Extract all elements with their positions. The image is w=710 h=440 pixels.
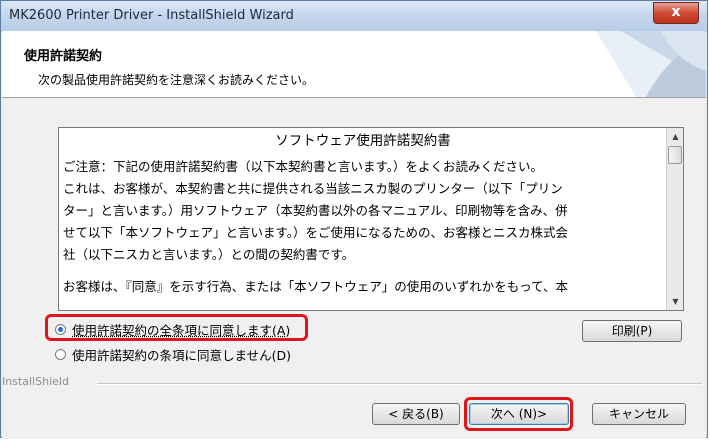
installshield-wizard-window: MK2600 Printer Driver - InstallShield Wi… (0, 0, 708, 439)
print-button[interactable]: 印刷(P) (582, 320, 682, 342)
wizard-body: ソフトウェア使用許諾契約書 ご注意：下記の使用許諾契約書（以下本契約書と言います… (2, 98, 706, 439)
wizard-header: 使用許諾契約 次の製品使用許諾契約を注意深くお読みください。 (2, 31, 706, 98)
decline-label[interactable]: 使用許諾契約の条項に同意しません(D) (72, 345, 291, 364)
decline-radio[interactable] (55, 349, 66, 360)
license-paragraph: ご注意：下記の使用許諾契約書（以下本契約書と言います。）をよくお読みください。 (63, 159, 544, 174)
window-title: MK2600 Printer Driver - InstallShield Wi… (9, 8, 294, 23)
accept-option[interactable]: 使用許諾契約の全条項に同意します(A) (55, 320, 290, 339)
scroll-thumb[interactable] (668, 146, 682, 164)
license-paragraph: お客様は、『同意』を示す行為、または「本ソフトウェア」の使用のいずれかをもって、… (63, 279, 569, 294)
license-line: ター」と言います。）用ソフトウェア（本契約書以外の各マニュアル、印刷物等を含み、… (63, 203, 568, 218)
license-line: これは、お客様が、本契約書と共に提供される当該ニスカ製のプリンター（以下「プリン (63, 181, 563, 196)
page-title: 使用許諾契約 (24, 49, 103, 64)
decline-option[interactable]: 使用許諾契約の条項に同意しません(D) (55, 345, 291, 364)
scroll-down-icon[interactable]: ▼ (667, 293, 683, 310)
license-content: ソフトウェア使用許諾契約書 ご注意：下記の使用許諾契約書（以下本契約書と言います… (63, 128, 663, 298)
license-text-box[interactable]: ソフトウェア使用許諾契約書 ご注意：下記の使用許諾契約書（以下本契約書と言います… (58, 127, 684, 311)
license-line: 社（以下ニスカと言います。）との間の契約書です。 (63, 247, 355, 262)
license-line: せて以下「本ソフトウェア」と言います。）をご使用になるための、お客様とニスカ株式… (63, 225, 569, 240)
title-bar[interactable]: MK2600 Printer Driver - InstallShield Wi… (1, 1, 707, 32)
close-button[interactable]: x (653, 2, 699, 24)
license-title: ソフトウェア使用許諾契約書 (275, 133, 451, 149)
scroll-up-icon[interactable]: ▲ (667, 128, 683, 145)
footer-divider (97, 383, 702, 385)
back-button[interactable]: < 戻る(B) (372, 403, 460, 425)
installshield-brand: InstallShield (2, 375, 69, 388)
cancel-button[interactable]: キャンセル (592, 403, 686, 425)
license-scrollbar[interactable]: ▲ ▼ (666, 128, 683, 310)
wizard-banner-graphic (596, 31, 706, 97)
accept-radio[interactable] (55, 324, 66, 335)
page-subtitle: 次の製品使用許諾契約を注意深くお読みください。 (38, 73, 315, 87)
accept-label[interactable]: 使用許諾契約の全条項に同意します(A) (72, 320, 290, 339)
next-button[interactable]: 次へ (N)> (469, 403, 569, 425)
